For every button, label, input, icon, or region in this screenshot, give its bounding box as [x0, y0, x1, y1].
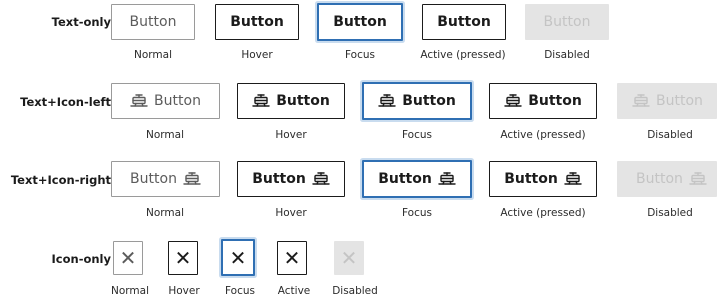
button-label: Button [378, 171, 432, 187]
tram-icon [130, 94, 148, 108]
tram-icon [564, 172, 582, 186]
icon-only-button-active[interactable]: ✕ [277, 241, 307, 275]
tram-icon [183, 172, 201, 186]
caption-normal: Normal [111, 285, 149, 297]
tram-icon [504, 94, 522, 108]
button-label: Button [154, 93, 201, 109]
caption-active: Active (pressed) [500, 207, 586, 219]
caption-normal: Normal [134, 49, 172, 61]
tram-icon [378, 94, 396, 108]
button-label: Button [656, 93, 703, 109]
row-label-text-icon-right: Text+Icon-right [10, 173, 111, 187]
icon-left-button-focus[interactable]: Button [362, 82, 472, 120]
icon-left-button-normal[interactable]: Button [111, 83, 220, 119]
caption-normal: Normal [146, 207, 184, 219]
caption-focus: Focus [402, 129, 432, 141]
caption-hover: Hover [275, 129, 307, 141]
text-only-button-hover[interactable]: Button [215, 4, 299, 40]
button-label: Button [636, 171, 683, 187]
close-icon: ✕ [283, 246, 301, 270]
icon-only-button-hover[interactable]: ✕ [168, 241, 198, 275]
row-label-text-only: Text-only [51, 15, 111, 29]
button-label: Button [129, 14, 177, 30]
caption-active: Active [277, 285, 311, 297]
icon-right-button-hover[interactable]: Button [237, 161, 345, 197]
caption-disabled: Disabled [544, 49, 590, 61]
close-icon: ✕ [340, 246, 358, 270]
text-only-button-normal[interactable]: Button [111, 4, 195, 40]
caption-hover: Hover [168, 285, 200, 297]
tram-icon [312, 172, 330, 186]
button-label: Button [528, 93, 582, 109]
caption-active: Active (pressed) [420, 49, 506, 61]
icon-left-button-disabled: Button [617, 83, 717, 119]
button-label: Button [252, 171, 306, 187]
tram-icon [632, 94, 650, 108]
caption-hover: Hover [241, 49, 273, 61]
text-only-button-active[interactable]: Button [422, 4, 506, 40]
text-only-button-focus[interactable]: Button [317, 3, 403, 41]
icon-right-button-disabled: Button [617, 161, 717, 197]
icon-left-button-active[interactable]: Button [489, 83, 597, 119]
button-label: Button [230, 14, 284, 30]
button-label: Button [402, 93, 456, 109]
row-label-icon-only: Icon-only [51, 252, 111, 266]
icon-left-button-hover[interactable]: Button [237, 83, 345, 119]
caption-disabled: Disabled [647, 129, 693, 141]
icon-right-button-normal[interactable]: Button [111, 161, 220, 197]
close-icon: ✕ [174, 246, 192, 270]
close-icon: ✕ [119, 246, 137, 270]
tram-icon [252, 94, 270, 108]
button-label: Button [333, 14, 387, 30]
button-label: Button [543, 14, 591, 30]
icon-right-button-focus[interactable]: Button [362, 160, 472, 198]
text-only-button-disabled: Button [525, 4, 609, 40]
caption-disabled: Disabled [647, 207, 693, 219]
caption-hover: Hover [275, 207, 307, 219]
button-label: Button [504, 171, 558, 187]
close-icon: ✕ [229, 245, 247, 270]
caption-normal: Normal [146, 129, 184, 141]
button-label: Button [276, 93, 330, 109]
caption-focus: Focus [345, 49, 375, 61]
row-label-text-icon-left: Text+Icon-left [20, 95, 111, 109]
tram-icon [689, 172, 707, 186]
button-label: Button [130, 171, 177, 187]
icon-only-button-focus[interactable]: ✕ [221, 239, 255, 276]
icon-right-button-active[interactable]: Button [489, 161, 597, 197]
caption-disabled: Disabled [332, 285, 378, 297]
caption-active: Active (pressed) [500, 129, 586, 141]
caption-focus: Focus [402, 207, 432, 219]
icon-only-button-normal[interactable]: ✕ [113, 241, 143, 275]
caption-focus: Focus [225, 285, 255, 297]
button-label: Button [437, 14, 491, 30]
tram-icon [438, 172, 456, 186]
icon-only-button-disabled: ✕ [334, 241, 364, 275]
